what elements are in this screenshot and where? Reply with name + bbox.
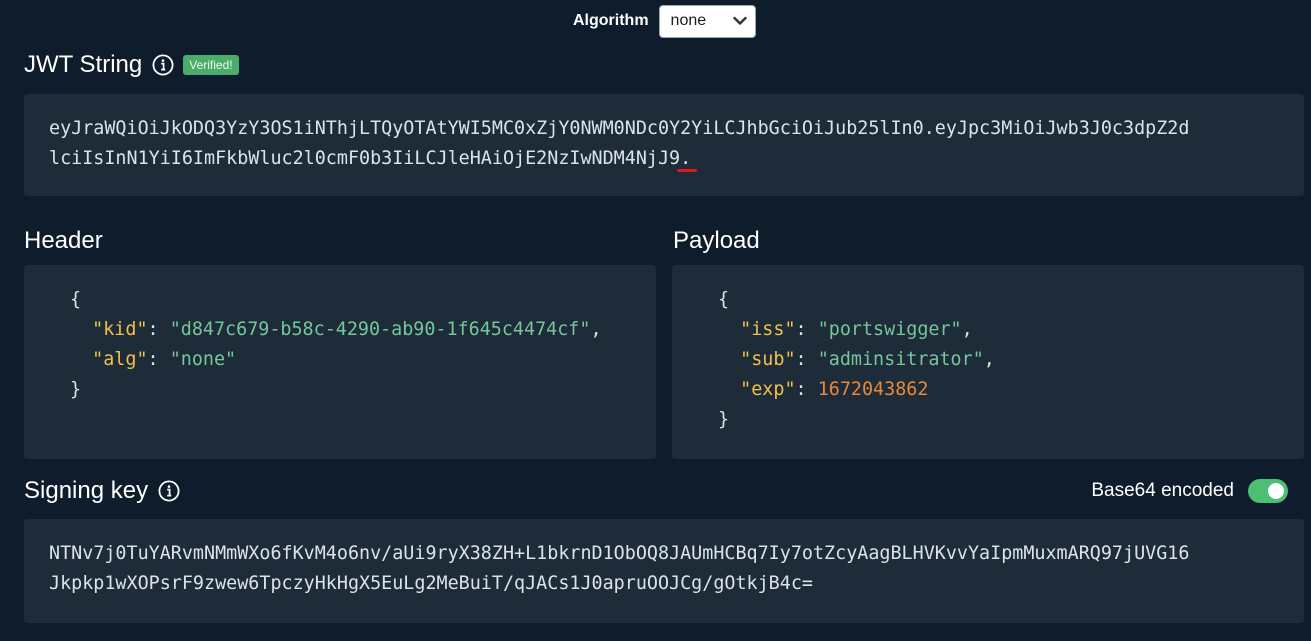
algorithm-row: Algorithm none (573, 3, 756, 39)
payload-exp-value: 1672043862 (817, 379, 929, 400)
jwt-editor-page: Algorithm none JWT String Verified! eyJr… (0, 0, 1311, 641)
signing-key-panel[interactable]: NTNv7j0TuYARvmNMmWXo6fKvM4o6nv/aUi9ryX38… (24, 519, 1304, 623)
jwt-string-text[interactable]: eyJraWQiOiJkODQ3YzY3OS1iNThjLTQyOTAtYWI5… (49, 114, 1189, 174)
payload-sub-key: "sub" (740, 349, 796, 370)
toggle-knob (1268, 483, 1284, 499)
payload-iss-value: "portswigger" (817, 319, 962, 340)
signing-key-title: Signing key (24, 477, 149, 504)
base64-toggle-row: Base64 encoded (1091, 479, 1288, 503)
signing-key-line-1: NTNv7j0TuYARvmNMmWXo6fKvM4o6nv/aUi9ryX38… (49, 543, 1190, 564)
header-json[interactable]: { "kid": "d847c679-b58c-4290-ab90-1f645c… (70, 285, 602, 405)
header-panel[interactable]: { "kid": "d847c679-b58c-4290-ab90-1f645c… (24, 265, 656, 459)
info-circle-icon[interactable] (152, 54, 174, 76)
jwt-string-panel[interactable]: eyJraWQiOiJkODQ3YzY3OS1iNThjLTQyOTAtYWI5… (24, 94, 1304, 196)
header-kid-value: "d847c679-b58c-4290-ab90-1f645c4474cf" (169, 319, 591, 340)
info-circle-icon[interactable] (158, 480, 180, 502)
jwt-string-heading: JWT String Verified! (24, 50, 239, 80)
payload-close-brace: } (718, 409, 730, 430)
jwt-line-1: eyJraWQiOiJkODQ3YzY3OS1iNThjLTQyOTAtYWI5… (49, 118, 1190, 139)
jwt-trailing-dot: . (677, 144, 698, 174)
payload-panel[interactable]: { "iss": "portswigger", "sub": "adminsit… (672, 265, 1304, 459)
header-alg-value: "none" (169, 349, 237, 370)
base64-label: Base64 encoded (1091, 480, 1234, 501)
header-close-brace: } (70, 379, 82, 400)
signing-key-text[interactable]: NTNv7j0TuYARvmNMmWXo6fKvM4o6nv/aUi9ryX38… (49, 539, 1189, 599)
payload-json[interactable]: { "iss": "portswigger", "sub": "adminsit… (718, 285, 995, 435)
header-open-brace: { (70, 289, 82, 310)
signing-key-line-2: Jkpkp1wXOPsrF9zwew6TpczyHkHgX5EuLg2MeBui… (49, 573, 813, 594)
header-title: Header (24, 227, 103, 254)
signing-key-heading: Signing key (24, 476, 180, 506)
chevron-down-icon (732, 16, 747, 26)
jwt-line-2: lciIsInN1YiI6ImFkbWluc2l0cmF0b3IiLCJleHA… (49, 148, 681, 169)
payload-exp-key: "exp" (740, 379, 796, 400)
verified-badge: Verified! (183, 55, 239, 75)
jwt-string-title: JWT String (24, 51, 143, 78)
payload-open-brace: { (718, 289, 730, 310)
algorithm-select[interactable]: none (658, 4, 756, 38)
header-alg-key: "alg" (92, 349, 148, 370)
payload-iss-key: "iss" (740, 319, 796, 340)
error-underline (677, 169, 698, 172)
algorithm-selected-value: none (670, 12, 707, 29)
base64-toggle[interactable] (1248, 479, 1288, 503)
algorithm-label: Algorithm (573, 12, 649, 29)
header-heading: Header (24, 226, 103, 256)
payload-heading: Payload (673, 226, 760, 256)
header-kid-key: "kid" (92, 319, 148, 340)
payload-title: Payload (673, 227, 760, 254)
payload-sub-value: "adminsitrator" (817, 349, 984, 370)
